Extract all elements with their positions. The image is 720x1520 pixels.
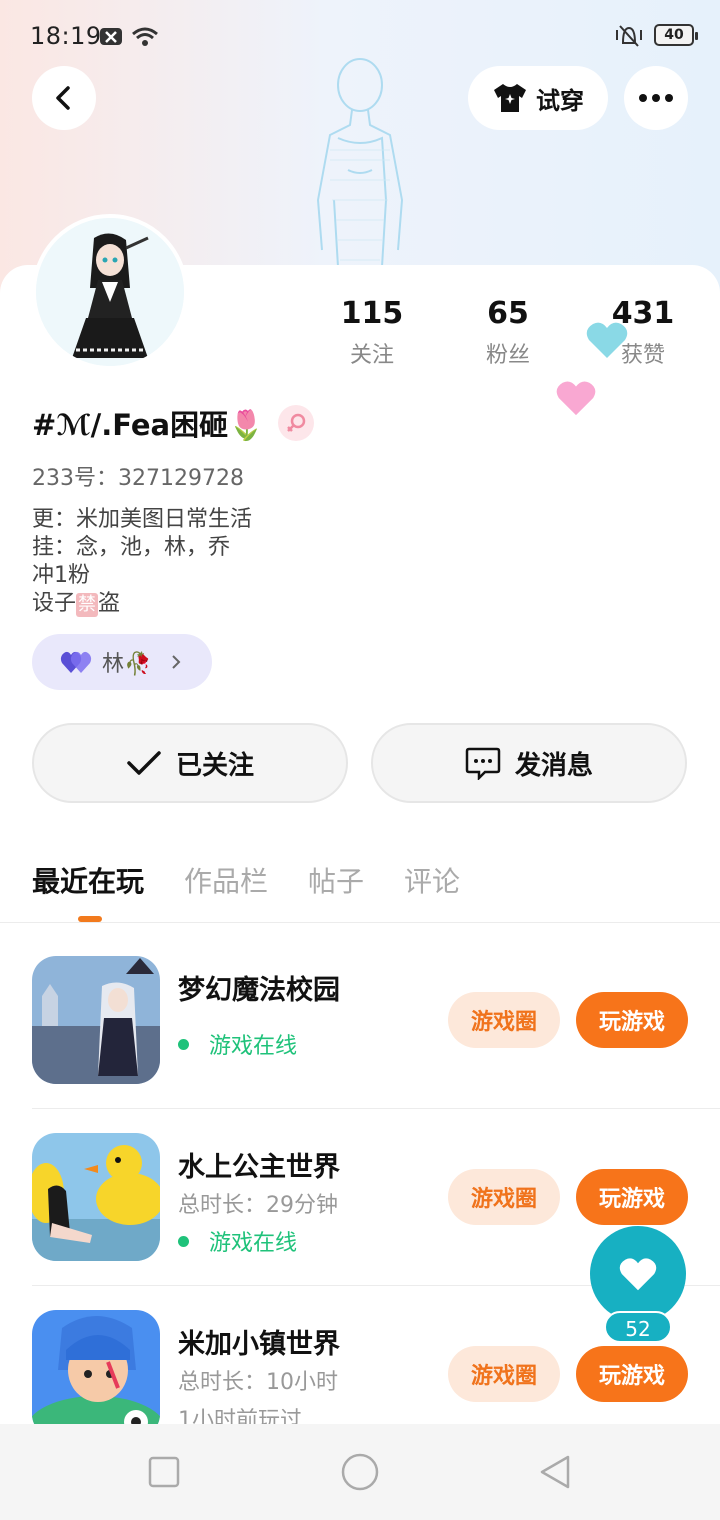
system-navigation-bar [0, 1424, 720, 1520]
fans-label: 粉丝 [485, 343, 530, 368]
bio-text: 盗 [98, 591, 121, 616]
game-circle-button[interactable]: 游戏圈 [448, 1346, 560, 1402]
tshirt-icon [494, 84, 526, 112]
play-game-button[interactable]: 玩游戏 [576, 992, 688, 1048]
back-button[interactable] [32, 66, 96, 130]
message-button[interactable]: 发消息 [371, 723, 687, 803]
game-row[interactable]: 梦幻魔法校园 游戏在线 游戏圈 玩游戏 [32, 956, 720, 1132]
try-on-button[interactable]: 试穿 [468, 66, 608, 130]
online-dot-icon [178, 1235, 189, 1247]
notification-icons [100, 24, 164, 52]
game-circle-button[interactable]: 游戏圈 [448, 1169, 560, 1225]
battery-indicator: 40 [654, 24, 698, 46]
chevron-right-icon [172, 655, 181, 669]
online-dot-icon [178, 1038, 189, 1050]
bio-line: 设子 禁盗 [32, 590, 252, 618]
user-id: 233号：327129728 [32, 466, 244, 491]
avatar[interactable] [32, 214, 188, 370]
tab-recently-played[interactable]: 最近在玩 [32, 860, 144, 900]
fans-count: 65 [487, 296, 529, 331]
bio-line: 冲1粉 [32, 563, 90, 588]
more-button[interactable] [624, 66, 688, 130]
tab-comments[interactable]: 评论 [404, 860, 460, 900]
game-icon-magic-school [32, 956, 160, 1084]
online-label: 游戏在线 [209, 1034, 298, 1059]
home-icon[interactable] [340, 1452, 380, 1492]
followed-label: 已关注 [175, 750, 254, 781]
recent-apps-icon[interactable] [148, 1456, 180, 1488]
avatar-figure-silhouette [316, 58, 404, 300]
back-nav-icon[interactable] [538, 1454, 574, 1490]
game-icon-water-princess [32, 1133, 160, 1261]
check-icon [127, 751, 161, 775]
double-heart-icon [60, 651, 92, 673]
stat-fans[interactable]: 65 粉丝 [453, 296, 563, 369]
followed-button[interactable]: 已关注 [32, 723, 348, 803]
following-label: 关注 [349, 343, 394, 368]
profile-tabs: 最近在玩 作品栏 帖子 评论 [32, 860, 460, 900]
tab-divider [0, 922, 720, 923]
game-duration: 总时长：10小时 [178, 1370, 338, 1395]
game-title: 米加小镇世界 [178, 1329, 340, 1360]
bio-line: 挂：念，池，林，乔 [32, 535, 231, 560]
game-title: 梦幻魔法校园 [178, 975, 340, 1006]
row-divider [32, 1108, 720, 1109]
tab-works[interactable]: 作品栏 [184, 860, 268, 900]
ban-emoji: 禁 [76, 593, 99, 617]
like-count: 52 [604, 1311, 672, 1343]
cp-name: 林🥀 [102, 652, 152, 677]
message-label: 发消息 [514, 750, 593, 781]
heart-icon [619, 1258, 657, 1291]
floating-heart-cyan-icon [586, 322, 628, 358]
profile-name-row: #ℳ/.Fea困砸🌷 [32, 402, 315, 444]
status-time: 18:19 [30, 22, 102, 50]
floating-heart-pink-icon [556, 381, 596, 416]
female-icon [278, 405, 315, 441]
system-icons: 40 [614, 22, 698, 48]
chevron-left-icon [56, 86, 70, 110]
bio-text: 设子 [32, 591, 77, 616]
game-duration: 总时长：29分钟 [178, 1193, 338, 1218]
more-dots-icon [639, 94, 673, 102]
status-bar: 18:19 40 [0, 0, 720, 72]
online-label: 游戏在线 [209, 1231, 298, 1256]
profile-bio: 更：米加美图日常生活 挂：念，池，林，乔 冲1粉 设子 禁盗 [32, 506, 252, 618]
cp-relation-chip[interactable]: 林🥀 [32, 634, 212, 690]
chat-bubble-icon [465, 747, 501, 780]
game-online-status: 游戏在线 [178, 1225, 297, 1257]
bio-line: 更：米加美图日常生活 [32, 507, 253, 532]
stat-following[interactable]: 115 关注 [317, 296, 427, 369]
following-count: 115 [340, 296, 404, 331]
game-online-status: 游戏在线 [178, 1028, 297, 1060]
game-circle-button[interactable]: 游戏圈 [448, 992, 560, 1048]
like-button[interactable] [590, 1226, 686, 1322]
try-on-label: 试穿 [536, 86, 584, 115]
game-title: 水上公主世界 [178, 1152, 340, 1183]
vibrate-mute-icon [616, 25, 642, 47]
play-game-button[interactable]: 玩游戏 [576, 1346, 688, 1402]
play-game-button[interactable]: 玩游戏 [576, 1169, 688, 1225]
avatar-character-image [36, 218, 184, 366]
profile-name: #ℳ/.Fea困砸🌷 [32, 408, 265, 442]
tab-posts[interactable]: 帖子 [308, 860, 364, 900]
game-icon-miga-town [32, 1310, 160, 1438]
wifi-icon [100, 27, 158, 46]
